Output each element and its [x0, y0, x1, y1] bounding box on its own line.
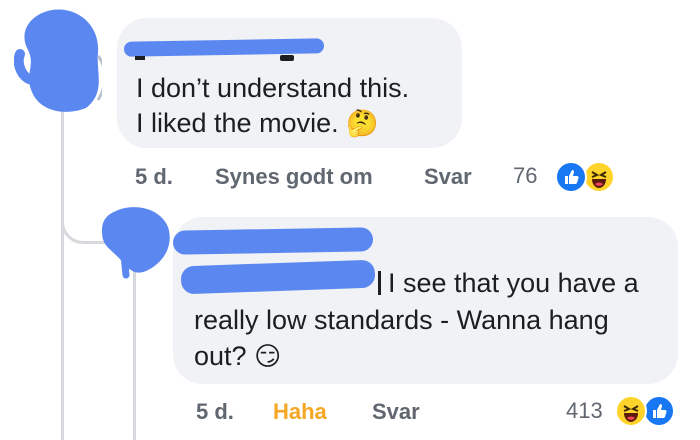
- reply-button[interactable]: Svar: [372, 399, 420, 425]
- reply-thread-line: [133, 268, 136, 440]
- redacted-username: [123, 38, 325, 57]
- redaction-mark: [102, 207, 170, 279]
- redaction-mark: [13, 9, 107, 112]
- like-button[interactable]: Synes godt om: [215, 164, 373, 190]
- reply-text: I see that you have a: [388, 268, 639, 298]
- reply-avatar[interactable]: [98, 205, 178, 280]
- reply-text: out?: [194, 341, 247, 371]
- username-fragment: [280, 55, 294, 61]
- comment-text: I liked the movie.: [136, 108, 339, 138]
- reply-button[interactable]: Svar: [424, 164, 472, 190]
- redacted-username: [172, 227, 374, 255]
- smirk-emoji: 😏: [254, 341, 282, 371]
- reply-timestamp[interactable]: 5 d.: [196, 399, 234, 425]
- like-icon: [555, 161, 587, 193]
- thread-line: [61, 70, 64, 440]
- avatar[interactable]: [13, 8, 107, 113]
- haha-icon: [583, 161, 615, 193]
- reaction-icons[interactable]: [612, 394, 682, 428]
- comment-text-line: I don’t understand this.: [136, 73, 410, 103]
- reply-text-line: out? 😏: [194, 338, 281, 374]
- like-icon: [643, 395, 675, 427]
- reaction-count[interactable]: 413: [566, 398, 603, 424]
- mention-fragment: [378, 271, 381, 295]
- reaction-count[interactable]: 76: [513, 163, 537, 189]
- redacted-mention: [180, 259, 376, 295]
- reply-text-line: I see that you have a: [378, 265, 639, 301]
- reaction-icons[interactable]: [552, 160, 622, 194]
- reply-text-line: really low standards - Wanna hang: [194, 305, 609, 335]
- comment-text-line: I liked the movie. 🤔: [136, 105, 378, 141]
- username-fragment: [135, 56, 145, 60]
- haha-icon: [615, 395, 647, 427]
- haha-reaction-button[interactable]: Haha: [273, 399, 327, 425]
- thinking-emoji: 🤔: [346, 108, 379, 138]
- comment-bubble: I don’t understand this. I liked the mov…: [117, 18, 462, 148]
- reply-bubble: I see that you have a really low standar…: [172, 217, 678, 384]
- comment-timestamp[interactable]: 5 d.: [135, 164, 173, 190]
